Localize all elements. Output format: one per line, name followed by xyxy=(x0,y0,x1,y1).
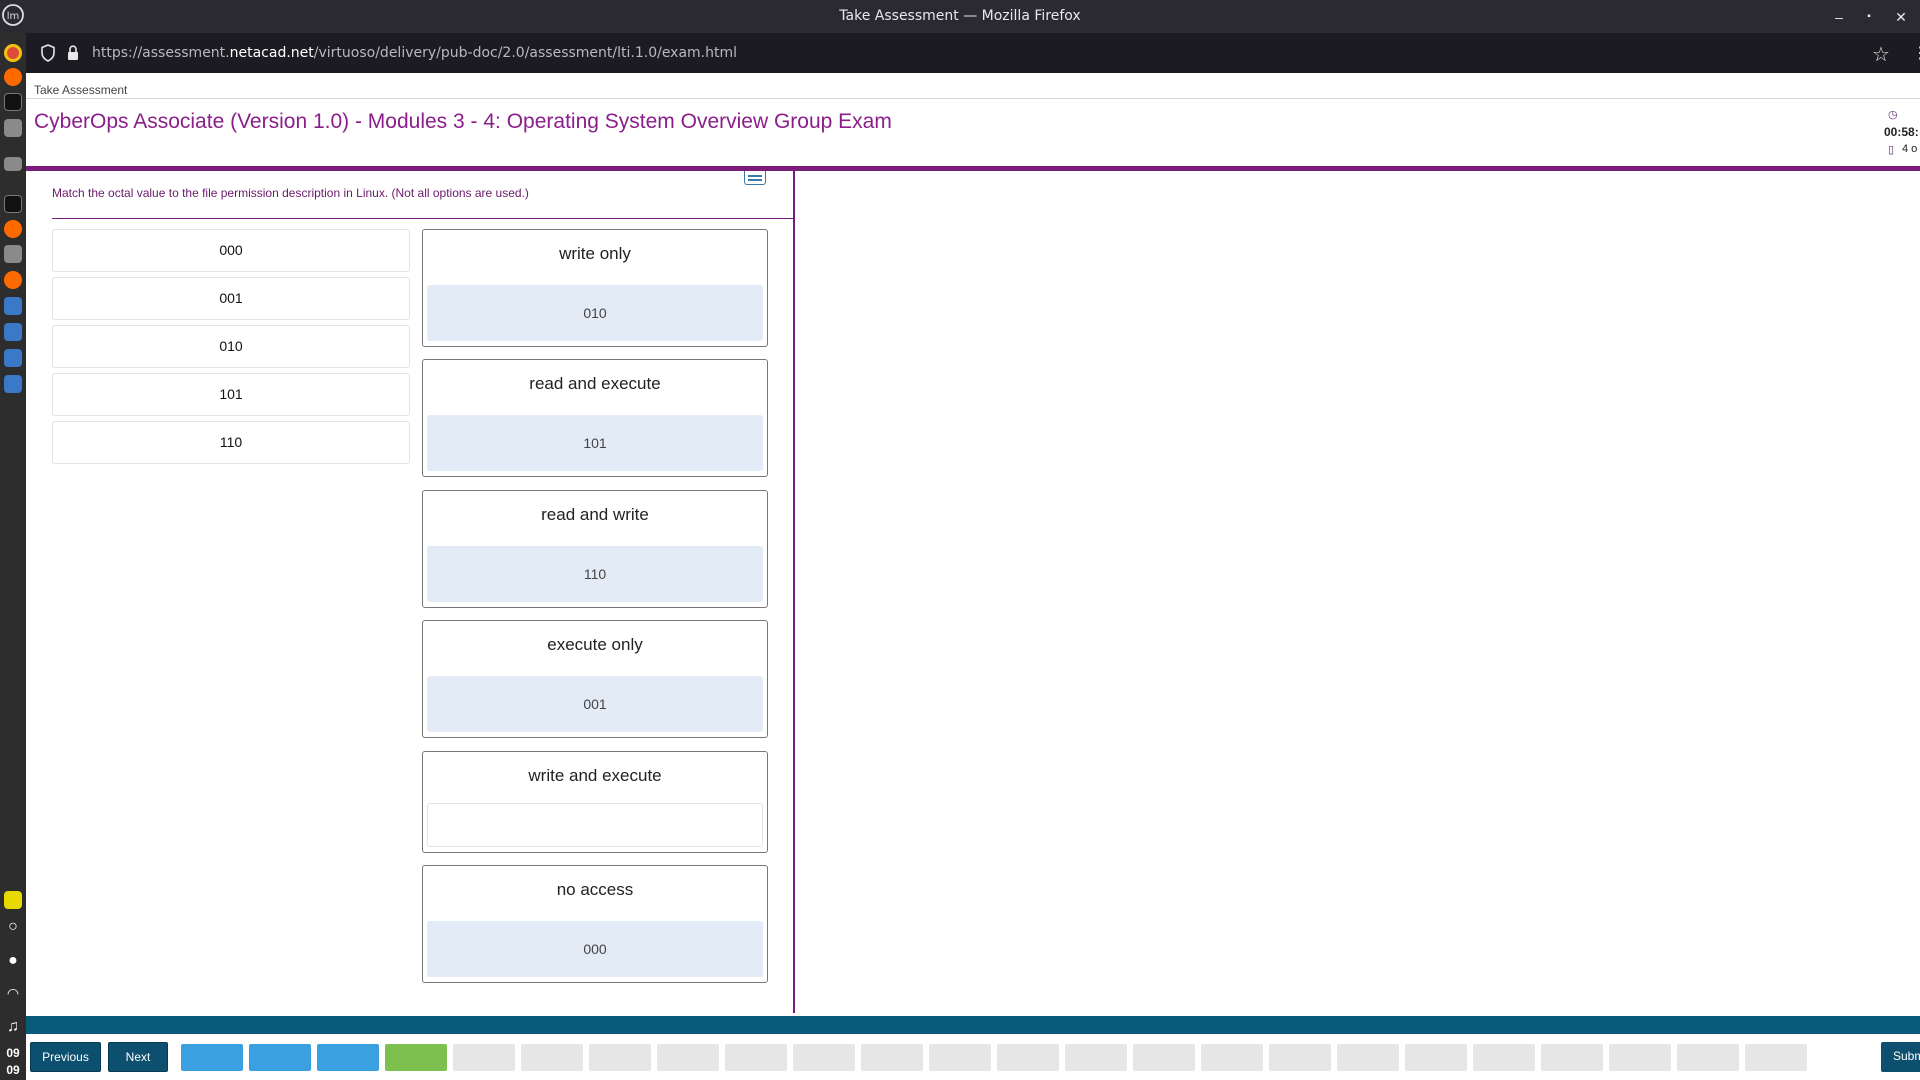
os-side-panel: lm ○ ● ◠ ♫ 09 09 xyxy=(0,4,26,1080)
svg-text:lm: lm xyxy=(7,11,20,22)
pane-divider xyxy=(793,171,795,1013)
target-label: write and execute xyxy=(528,766,662,785)
window-title: Take Assessment — Mozilla Firefox xyxy=(839,8,1081,24)
question-nav-box[interactable] xyxy=(1133,1044,1195,1071)
target-label: no access xyxy=(556,880,634,899)
progress-text: 4 o xyxy=(1902,143,1918,155)
breadcrumb: Take Assessment xyxy=(34,83,128,97)
drop-zone[interactable]: 101 xyxy=(427,415,763,471)
taskbar-clock[interactable]: 09 09 xyxy=(2,1045,24,1079)
question-navigation: Previous Next Submit xyxy=(26,1034,1920,1080)
question-nav-box[interactable] xyxy=(1405,1044,1467,1071)
question-nav-box[interactable] xyxy=(385,1044,447,1071)
question-nav-box[interactable] xyxy=(453,1044,515,1071)
screenshot-window-icon-3[interactable] xyxy=(4,349,22,367)
files-window-icon-2[interactable] xyxy=(4,245,22,263)
target-read-and-execute: read and execute 101 xyxy=(422,359,768,477)
question-nav-box[interactable] xyxy=(1201,1044,1263,1071)
keyboard-icon[interactable] xyxy=(744,171,766,185)
option-110[interactable]: 110 xyxy=(52,421,410,464)
window-titlebar: Take Assessment — Mozilla Firefox ‒ ▪ ✕ xyxy=(0,0,1920,33)
shield-icon[interactable] xyxy=(40,44,56,62)
question-nav-box[interactable] xyxy=(317,1044,379,1071)
question-nav-box[interactable] xyxy=(1745,1044,1807,1071)
files-launcher-icon[interactable] xyxy=(4,119,22,137)
question-nav-box[interactable] xyxy=(657,1044,719,1071)
target-label: read and write xyxy=(541,505,649,524)
clock-icon: ◷ xyxy=(1888,109,1898,121)
target-write-only: write only 010 xyxy=(422,229,768,347)
question-nav-box[interactable] xyxy=(725,1044,787,1071)
submit-button[interactable]: Submit xyxy=(1881,1042,1920,1072)
question-nav-box[interactable] xyxy=(1269,1044,1331,1071)
option-000[interactable]: 000 xyxy=(52,229,410,272)
firefox-window-icon[interactable] xyxy=(4,220,22,238)
question-nav-box[interactable] xyxy=(793,1044,855,1071)
drop-zone[interactable]: 000 xyxy=(427,921,763,977)
breadcrumb-divider xyxy=(26,98,1920,99)
screenshot-window-icon[interactable] xyxy=(4,297,22,315)
drop-zone[interactable]: 110 xyxy=(427,546,763,602)
option-001[interactable]: 001 xyxy=(52,277,410,320)
notes-tray-icon[interactable] xyxy=(4,891,22,909)
document-icon: ▯ xyxy=(1888,144,1895,156)
question-nav-box[interactable] xyxy=(589,1044,651,1071)
target-label: execute only xyxy=(547,635,643,654)
close-icon[interactable]: ✕ xyxy=(1890,6,1912,28)
drop-zone[interactable]: 010 xyxy=(427,285,763,341)
target-read-and-write: read and write 110 xyxy=(422,490,768,608)
target-write-and-execute: write and execute xyxy=(422,751,768,853)
footer-band xyxy=(26,1016,1920,1034)
option-010[interactable]: 010 xyxy=(52,325,410,368)
question-nav-box[interactable] xyxy=(521,1044,583,1071)
question-nav-box[interactable] xyxy=(181,1044,243,1071)
target-no-access: no access 000 xyxy=(422,865,768,983)
question-nav-box[interactable] xyxy=(1677,1044,1739,1071)
next-button[interactable]: Next xyxy=(108,1042,168,1072)
assessment-page: Take Assessment CyberOps Associate (Vers… xyxy=(26,73,1920,1080)
chrome-launcher-icon[interactable] xyxy=(4,44,22,62)
address-bar[interactable]: https://assessment.netacad.net/virtuoso/… xyxy=(26,33,1920,73)
user-icon[interactable]: ● xyxy=(3,951,23,971)
question-nav-box[interactable] xyxy=(861,1044,923,1071)
target-label: read and execute xyxy=(529,374,661,393)
terminal-launcher-icon[interactable] xyxy=(4,93,22,111)
terminal-window-icon[interactable] xyxy=(4,195,22,213)
timer-text: 00:58: xyxy=(1884,125,1919,139)
firefox-window-icon-2[interactable] xyxy=(4,271,22,289)
question-nav-box[interactable] xyxy=(1337,1044,1399,1071)
target-label: write only xyxy=(559,244,631,263)
drop-zone[interactable] xyxy=(427,803,763,847)
overflow-menu-icon[interactable]: ⋮ xyxy=(1912,43,1920,63)
question-nav-box[interactable] xyxy=(249,1044,311,1071)
music-icon[interactable]: ♫ xyxy=(3,1017,23,1037)
files-window-icon[interactable] xyxy=(4,157,22,171)
question-nav-box[interactable] xyxy=(1473,1044,1535,1071)
wifi-icon[interactable]: ◠ xyxy=(3,983,23,1003)
screenshot-window-icon-4[interactable] xyxy=(4,375,22,393)
previous-button[interactable]: Previous xyxy=(30,1042,101,1072)
question-nav-box[interactable] xyxy=(1541,1044,1603,1071)
target-execute-only: execute only 001 xyxy=(422,620,768,738)
instruction-divider xyxy=(52,218,794,219)
question-nav-box[interactable] xyxy=(1609,1044,1671,1071)
question-nav-box[interactable] xyxy=(997,1044,1059,1071)
minimize-icon[interactable]: ‒ xyxy=(1828,6,1850,28)
question-instruction: Match the octal value to the file permis… xyxy=(52,186,529,200)
maximize-icon[interactable]: ▪ xyxy=(1858,6,1880,28)
lock-icon[interactable] xyxy=(66,44,80,62)
exam-title: CyberOps Associate (Version 1.0) - Modul… xyxy=(34,110,892,133)
lightbulb-icon[interactable]: ○ xyxy=(3,917,23,937)
question-nav-box[interactable] xyxy=(1065,1044,1127,1071)
bookmark-star-icon[interactable]: ☆ xyxy=(1872,42,1890,67)
screenshot-window-icon-2[interactable] xyxy=(4,323,22,341)
drop-zone[interactable]: 001 xyxy=(427,676,763,732)
question-nav-box[interactable] xyxy=(929,1044,991,1071)
url-text[interactable]: https://assessment.netacad.net/virtuoso/… xyxy=(92,45,737,61)
option-101[interactable]: 101 xyxy=(52,373,410,416)
firefox-launcher-icon[interactable] xyxy=(4,68,22,86)
header-accent-bar xyxy=(26,166,1920,171)
mint-logo-icon[interactable]: lm xyxy=(0,2,26,28)
